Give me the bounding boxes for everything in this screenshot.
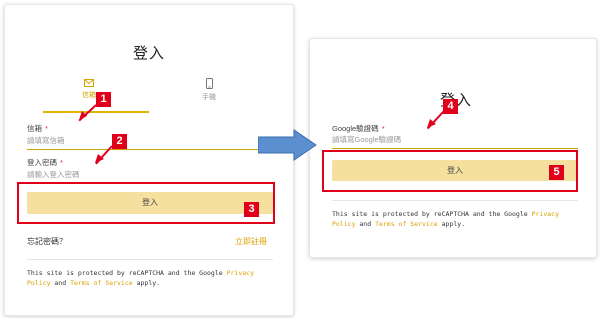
annotation-arrowheads — [79, 111, 436, 163]
step-badge-5: 5 — [549, 165, 564, 180]
step-badge-4: 4 — [443, 99, 458, 114]
step-badge-3: 3 — [244, 202, 259, 217]
step-badge-2: 2 — [112, 134, 127, 149]
step-badge-1: 1 — [96, 92, 111, 107]
